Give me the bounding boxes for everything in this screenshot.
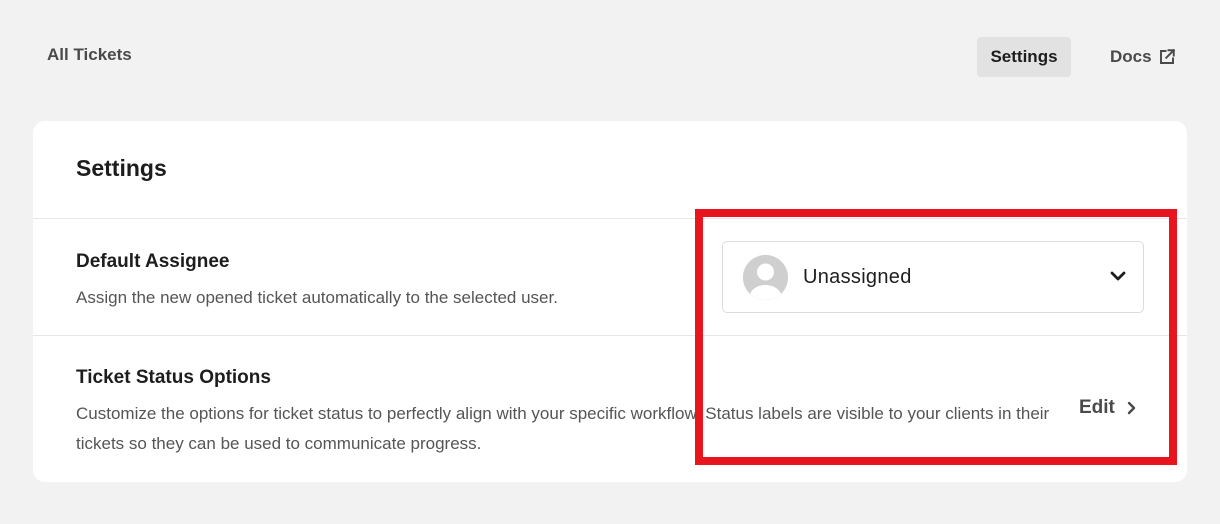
chevron-down-icon — [1110, 271, 1126, 281]
default-assignee-title: Default Assignee — [76, 251, 230, 272]
page-title: Settings — [76, 155, 167, 181]
divider — [33, 335, 1187, 336]
top-navigation: All Tickets Settings Docs — [0, 0, 1220, 110]
settings-tab[interactable]: Settings — [977, 37, 1071, 77]
settings-card: Settings Default Assignee Assign the new… — [33, 121, 1187, 482]
ticket-status-title: Ticket Status Options — [76, 367, 271, 388]
external-link-icon — [1159, 48, 1175, 64]
chevron-right-icon — [1127, 401, 1136, 415]
divider — [33, 218, 1187, 219]
docs-link[interactable]: Docs — [1110, 47, 1176, 67]
default-assignee-select[interactable]: Unassigned — [722, 241, 1144, 313]
ticket-status-description: Customize the options for ticket status … — [76, 404, 1050, 453]
all-tickets-link[interactable]: All Tickets — [47, 45, 132, 65]
default-assignee-description: Assign the new opened ticket automatical… — [76, 288, 558, 307]
select-value: Unassigned — [803, 266, 912, 288]
edit-label: Edit — [1079, 397, 1115, 418]
docs-link-label: Docs — [1110, 47, 1152, 66]
settings-tab-label: Settings — [990, 47, 1058, 66]
user-avatar-icon — [743, 255, 788, 300]
edit-status-options-button[interactable]: Edit — [1079, 397, 1137, 419]
